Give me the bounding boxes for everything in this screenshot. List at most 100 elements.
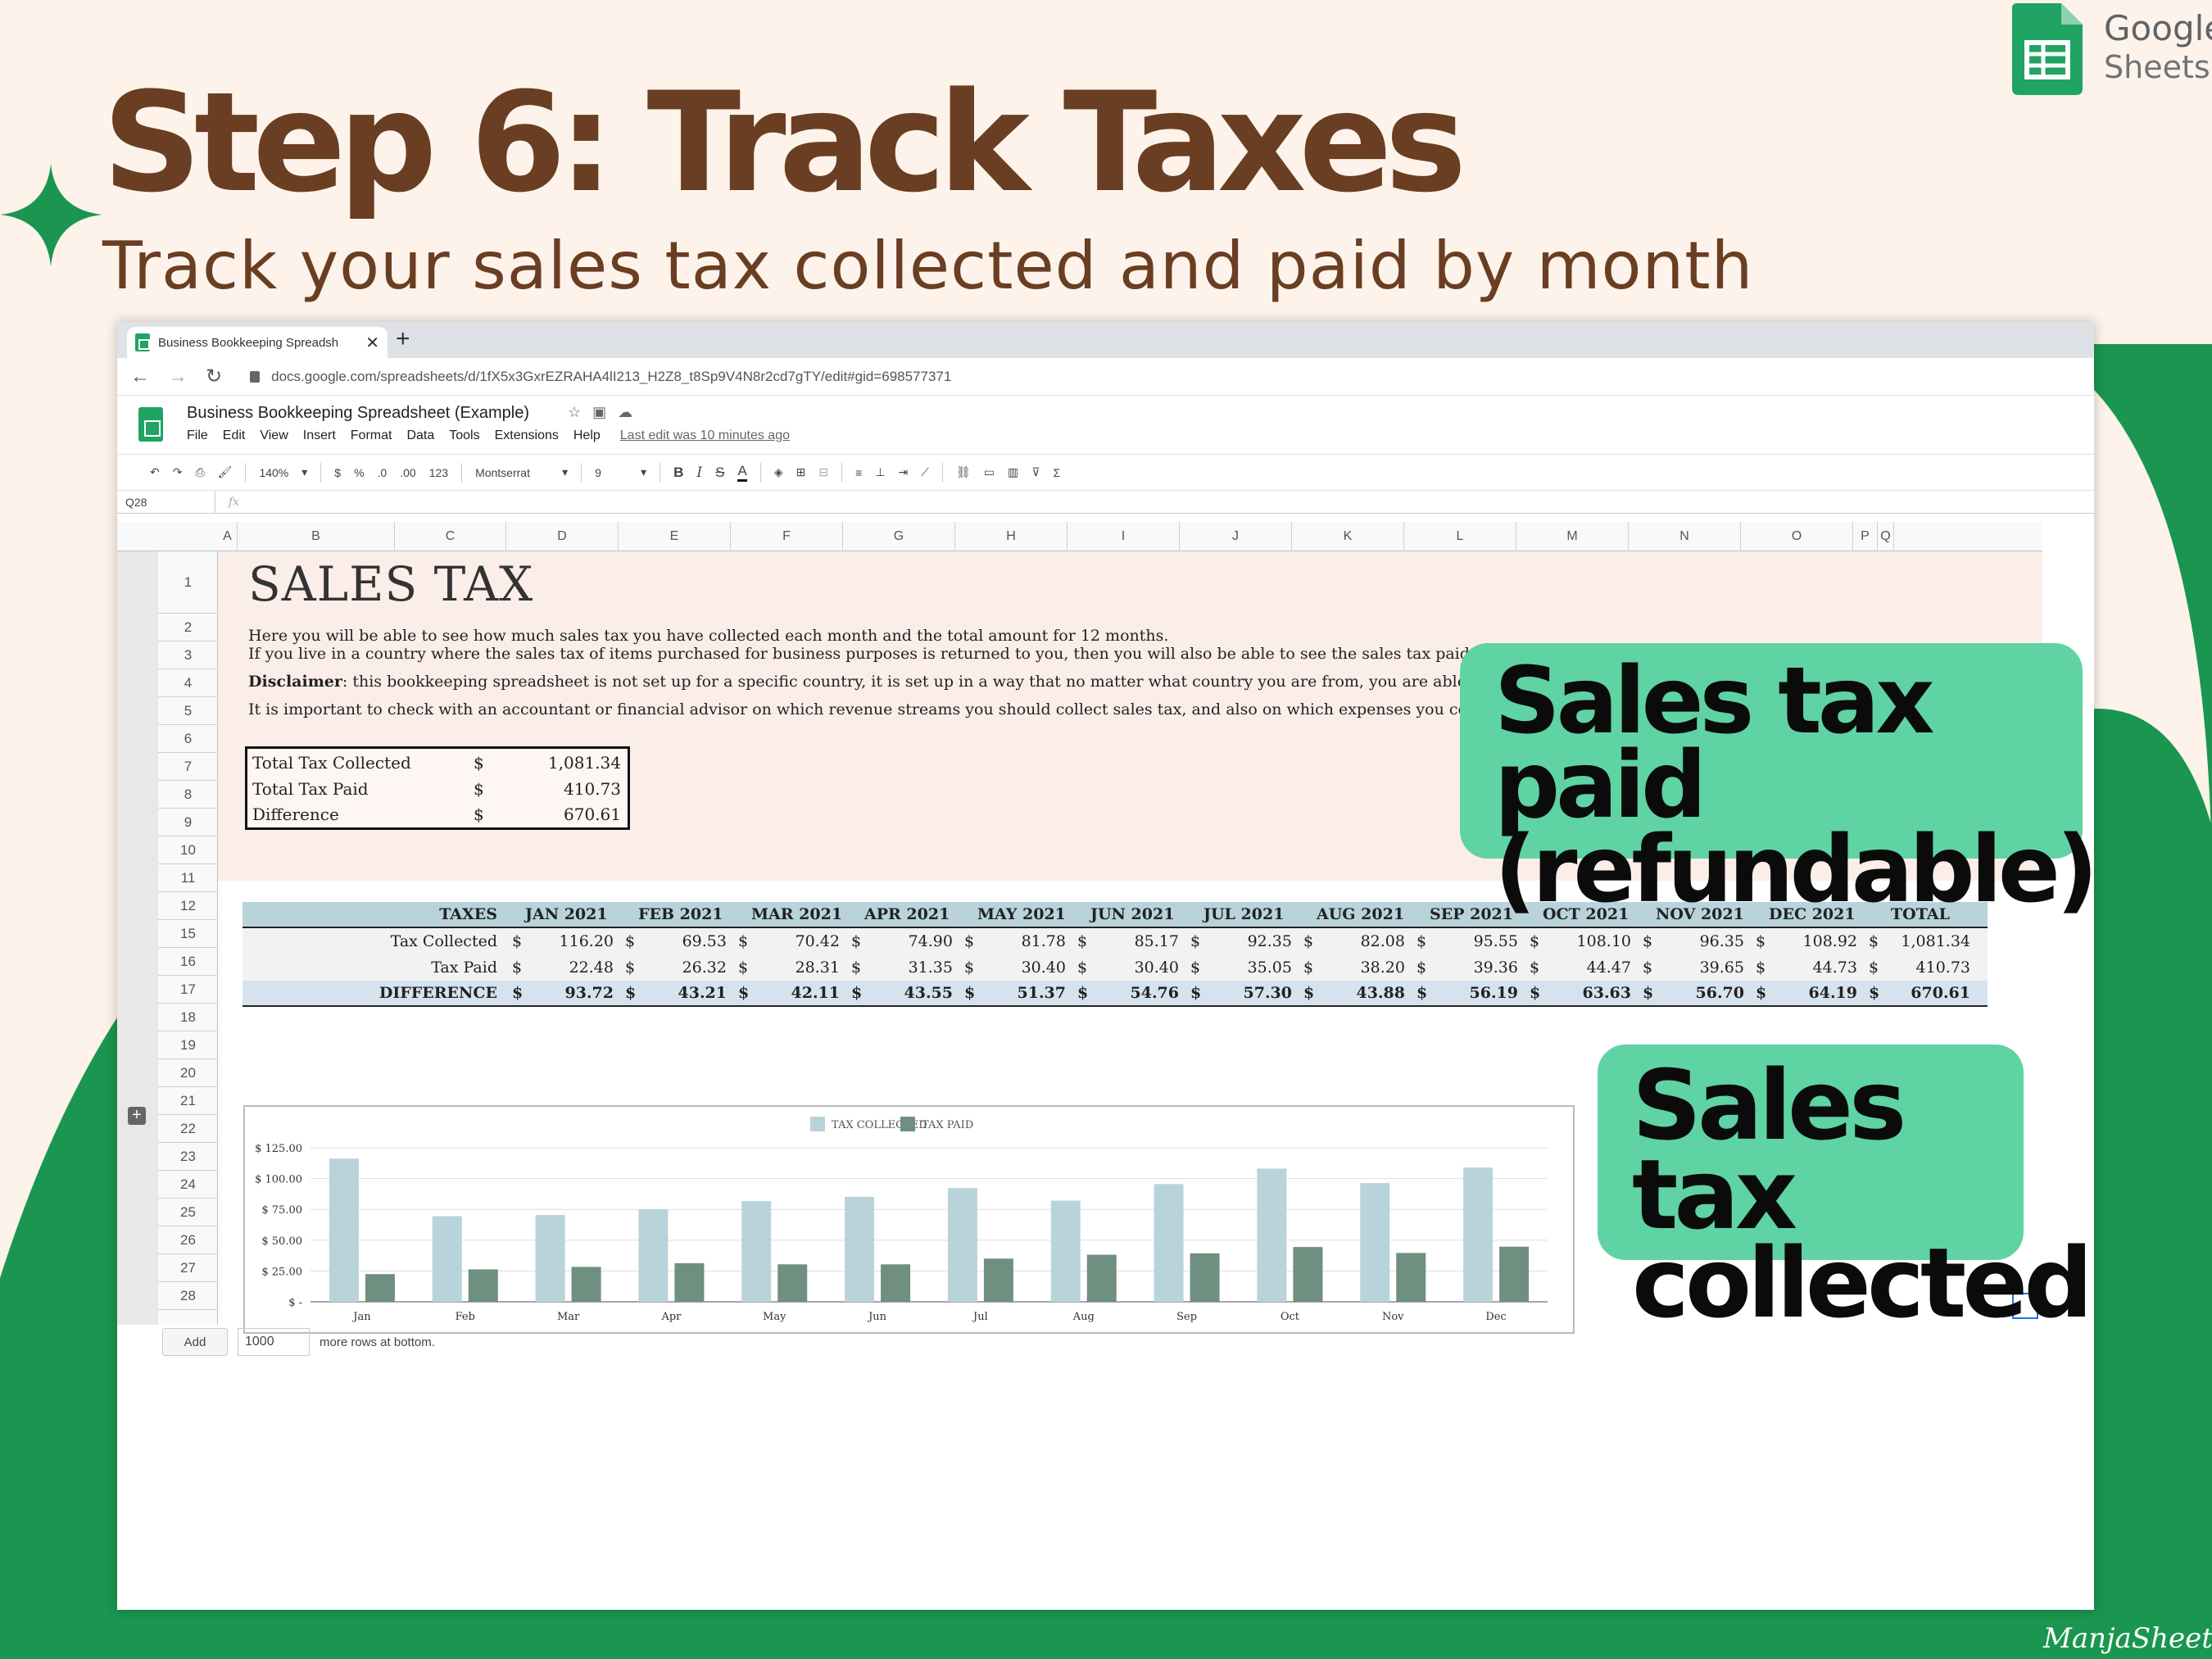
insert-comment-icon[interactable]: ▭ xyxy=(984,465,995,479)
row-header[interactable]: 26 xyxy=(158,1226,218,1254)
column-header[interactable]: J xyxy=(1180,522,1292,551)
column-header[interactable]: O xyxy=(1741,522,1853,551)
menu-edit[interactable]: Edit xyxy=(223,428,246,443)
url-field[interactable]: docs.google.com/spreadsheets/d/1fX5x3Gxr… xyxy=(250,369,951,385)
menu-help[interactable]: Help xyxy=(573,428,601,443)
tax-chart[interactable]: $ - $ 25.00 $ 50.00 $ 75.00 $ 100.00 $ 125.00… xyxy=(243,1105,1575,1334)
column-header[interactable]: C xyxy=(395,522,506,551)
text-color-icon[interactable]: A xyxy=(737,463,747,482)
paint-format-icon[interactable]: 🖌 xyxy=(218,465,233,479)
column-header[interactable]: P xyxy=(1853,522,1878,551)
row-header[interactable]: 2 xyxy=(158,614,218,641)
font-select[interactable]: Montserrat xyxy=(475,466,549,479)
column-header[interactable]: D xyxy=(506,522,619,551)
row-header[interactable]: 20 xyxy=(158,1059,218,1087)
menu-insert[interactable]: Insert xyxy=(303,428,336,443)
column-header[interactable]: A xyxy=(218,522,238,551)
back-icon[interactable]: ← xyxy=(130,365,150,388)
column-header[interactable]: H xyxy=(955,522,1067,551)
row-header[interactable]: 8 xyxy=(158,781,218,809)
column-header[interactable]: Q xyxy=(1878,522,1894,551)
row-header[interactable]: 10 xyxy=(158,836,218,864)
row-header[interactable]: 17 xyxy=(158,976,218,1004)
vertical-align-icon[interactable]: ⊥ xyxy=(875,465,885,479)
currency-format-button[interactable]: $ xyxy=(334,466,341,479)
redo-icon[interactable]: ↷ xyxy=(173,465,183,479)
text-wrap-icon[interactable]: ⇥ xyxy=(898,465,908,479)
decrease-decimal-button[interactable]: .0 xyxy=(378,466,388,479)
row-header[interactable]: 1 xyxy=(158,551,218,614)
percent-format-button[interactable]: % xyxy=(354,466,364,479)
row-header[interactable]: 6 xyxy=(158,725,218,753)
row-header[interactable]: 23 xyxy=(158,1143,218,1171)
column-header[interactable]: K xyxy=(1292,522,1404,551)
merge-cells-icon[interactable]: ⊟ xyxy=(818,465,828,479)
menu-data[interactable]: Data xyxy=(406,428,434,443)
forward-icon[interactable]: → xyxy=(168,365,188,388)
move-folder-icon[interactable]: ▣ xyxy=(592,404,618,420)
row-header[interactable]: 21 xyxy=(158,1087,218,1115)
row-header[interactable]: 12 xyxy=(158,892,218,920)
row-header[interactable]: 15 xyxy=(158,920,218,948)
menu-file[interactable]: File xyxy=(187,428,208,443)
row-header[interactable]: 16 xyxy=(158,948,218,976)
cloud-status-icon[interactable]: ☁ xyxy=(618,404,644,420)
column-header[interactable]: F xyxy=(731,522,843,551)
horizontal-align-icon[interactable]: ≡ xyxy=(855,466,862,479)
row-header[interactable]: 19 xyxy=(158,1031,218,1059)
increase-decimal-button[interactable]: .00 xyxy=(400,466,415,479)
row-header[interactable]: 11 xyxy=(158,864,218,892)
column-header[interactable]: B xyxy=(238,522,395,551)
add-rows-input[interactable]: 1000 xyxy=(238,1328,310,1356)
add-rows-button[interactable]: Add xyxy=(162,1328,228,1356)
insert-link-icon[interactable]: ⛓ xyxy=(956,465,971,479)
column-header[interactable]: N xyxy=(1629,522,1741,551)
row-header[interactable]: 4 xyxy=(158,669,218,697)
menu-extensions[interactable]: Extensions xyxy=(495,428,559,443)
chevron-down-icon[interactable]: ▾ xyxy=(301,465,307,479)
row-header[interactable]: 24 xyxy=(158,1171,218,1199)
number-format-select[interactable]: 123 xyxy=(429,466,448,479)
font-size-select[interactable]: 9 xyxy=(595,466,628,479)
row-header[interactable]: 9 xyxy=(158,809,218,836)
fill-color-icon[interactable]: ◈ xyxy=(774,465,783,479)
menu-format[interactable]: Format xyxy=(351,428,392,443)
filter-icon[interactable]: ⊽ xyxy=(1031,465,1040,479)
row-header[interactable]: 3 xyxy=(158,641,218,669)
column-header[interactable]: M xyxy=(1516,522,1629,551)
row-header[interactable]: 25 xyxy=(158,1199,218,1226)
reload-icon[interactable]: ↻ xyxy=(206,365,222,388)
italic-icon[interactable]: I xyxy=(696,465,702,481)
column-header[interactable]: I xyxy=(1067,522,1180,551)
strikethrough-icon[interactable]: S xyxy=(715,465,724,481)
row-header[interactable]: 18 xyxy=(158,1004,218,1031)
text-rotate-icon[interactable]: ⟋ xyxy=(921,465,929,479)
column-header[interactable]: G xyxy=(843,522,955,551)
row-header[interactable]: 27 xyxy=(158,1254,218,1282)
row-header[interactable]: 7 xyxy=(158,753,218,781)
menu-view[interactable]: View xyxy=(260,428,288,443)
row-header[interactable]: 28 xyxy=(158,1282,218,1310)
chevron-down-icon[interactable]: ▾ xyxy=(641,465,646,479)
column-header[interactable]: E xyxy=(619,522,731,551)
star-icon[interactable]: ☆ xyxy=(568,404,592,420)
insert-chart-icon[interactable]: ▥ xyxy=(1008,465,1018,479)
close-tab-icon[interactable]: ✕ xyxy=(365,333,379,353)
borders-icon[interactable]: ⊞ xyxy=(796,465,806,479)
undo-icon[interactable]: ↶ xyxy=(150,465,160,479)
expand-group-icon[interactable]: + xyxy=(128,1107,146,1125)
bold-icon[interactable]: B xyxy=(673,465,683,481)
menu-tools[interactable]: Tools xyxy=(449,428,479,443)
doc-title[interactable]: Business Bookkeeping Spreadsheet (Exampl… xyxy=(187,404,529,423)
last-edit-link[interactable]: Last edit was 10 minutes ago xyxy=(620,428,790,443)
print-icon[interactable]: ⎙ xyxy=(195,465,204,479)
zoom-select[interactable]: 140% xyxy=(259,466,288,479)
column-header[interactable]: L xyxy=(1404,522,1516,551)
chevron-down-icon[interactable]: ▾ xyxy=(562,465,568,479)
sheets-home-icon[interactable] xyxy=(138,407,163,442)
row-header[interactable]: 5 xyxy=(158,697,218,725)
functions-icon[interactable]: Σ xyxy=(1053,466,1060,479)
row-header[interactable]: 22 xyxy=(158,1115,218,1143)
browser-tab[interactable]: Business Bookkeeping Spreadsh ✕ xyxy=(127,327,388,358)
new-tab-icon[interactable]: + xyxy=(396,325,410,353)
